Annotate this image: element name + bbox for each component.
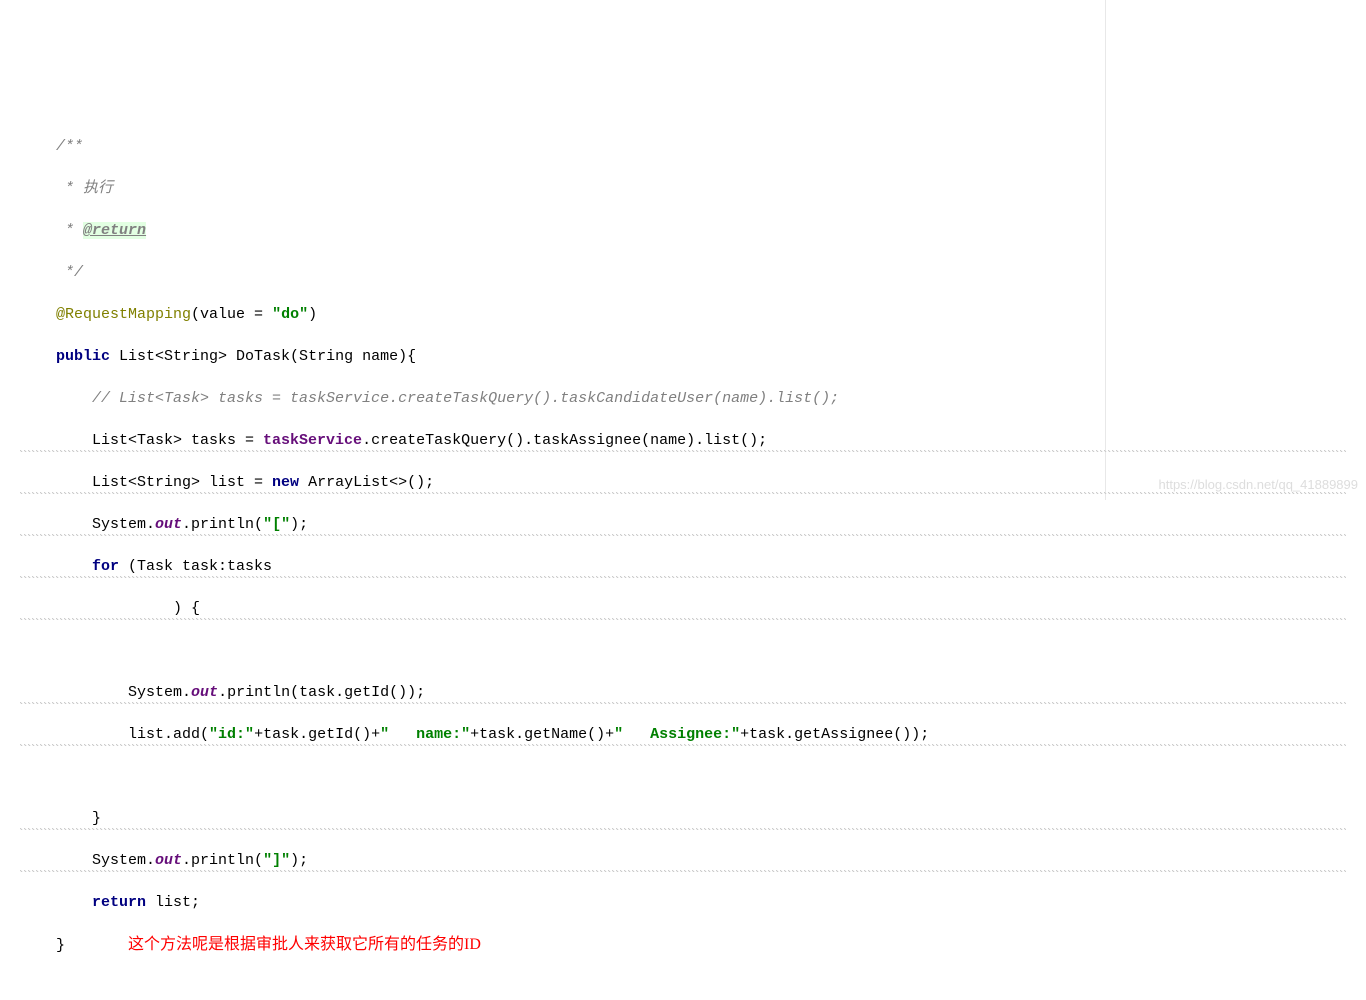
chinese-annotation: 这个方法呢是根据审批人来获取它所有的任务的ID bbox=[128, 936, 481, 953]
semi: ); bbox=[290, 852, 308, 869]
code-line: System.out.println("["); bbox=[20, 514, 1346, 535]
code-line: System.out.println(task.getId()); bbox=[20, 682, 1346, 703]
code-line: @RequestMapping(value = "do") bbox=[20, 304, 1346, 325]
javadoc-return-tag: @return bbox=[83, 222, 146, 239]
keyword-public: public bbox=[56, 348, 110, 365]
code-line: for (Task task:tasks bbox=[20, 556, 1346, 577]
for-body-open: ) { bbox=[128, 600, 200, 617]
code-line: return list; bbox=[20, 892, 1346, 913]
var-decl: List<Task> tasks = bbox=[92, 432, 263, 449]
code-line: public List<String> DoTask(String name){ bbox=[20, 346, 1346, 367]
code-line: /** bbox=[20, 136, 1346, 157]
code-line bbox=[20, 766, 1346, 787]
paren-close: ) bbox=[308, 306, 317, 323]
keyword-new: new bbox=[272, 474, 299, 491]
brace-close: } bbox=[92, 810, 101, 827]
out-field: out bbox=[155, 852, 182, 869]
javadoc-start: /** bbox=[56, 138, 83, 155]
out-field: out bbox=[155, 516, 182, 533]
code-line: * 执行 bbox=[20, 178, 1346, 199]
code-line: System.out.println("]"); bbox=[20, 850, 1346, 871]
system: System. bbox=[92, 852, 155, 869]
code-line: // List<Task> tasks = taskService.create… bbox=[20, 388, 1346, 409]
string-bracket: "[" bbox=[263, 516, 290, 533]
code-line: } bbox=[20, 808, 1346, 829]
javadoc-end: */ bbox=[56, 264, 83, 281]
system: System. bbox=[92, 516, 155, 533]
annotation-requestmapping: @RequestMapping bbox=[56, 306, 191, 323]
watermark: https://blog.csdn.net/qq_41889899 bbox=[1159, 476, 1359, 494]
code-line: * @return bbox=[20, 220, 1346, 241]
system: System. bbox=[128, 684, 191, 701]
method-brace-close: } bbox=[56, 937, 65, 954]
println-getid: .println(task.getId()); bbox=[218, 684, 425, 701]
var-decl: List<String> list = bbox=[92, 474, 272, 491]
string-assignee: " Assignee:" bbox=[614, 726, 740, 743]
string-do: "do" bbox=[272, 306, 308, 323]
arraylist: ArrayList<>(); bbox=[299, 474, 434, 491]
method-sig: List<String> DoTask(String name){ bbox=[110, 348, 416, 365]
for-head: (Task task:tasks bbox=[119, 558, 272, 575]
string-name: " name:" bbox=[380, 726, 470, 743]
keyword-return: return bbox=[92, 894, 146, 911]
method-chain: .createTaskQuery().taskAssignee(name).li… bbox=[362, 432, 767, 449]
code-line: */ bbox=[20, 262, 1346, 283]
concat-end: +task.getAssignee()); bbox=[740, 726, 929, 743]
code-line: List<Task> tasks = taskService.createTas… bbox=[20, 430, 1346, 451]
semi: ); bbox=[290, 516, 308, 533]
comment-commented-code: // List<Task> tasks = taskService.create… bbox=[92, 390, 839, 407]
println: .println( bbox=[182, 516, 263, 533]
code-line: list.add("id:"+task.getId()+" name:"+tas… bbox=[20, 724, 1346, 745]
concat: +task.getId()+ bbox=[254, 726, 380, 743]
code-line: ) { bbox=[20, 598, 1346, 619]
code-line: List<String> list = new ArrayList<>(); bbox=[20, 472, 1346, 493]
field-taskservice: taskService bbox=[263, 432, 362, 449]
code-line bbox=[20, 640, 1346, 661]
keyword-for: for bbox=[92, 558, 119, 575]
string-id: "id:" bbox=[209, 726, 254, 743]
list-add: list.add( bbox=[128, 726, 209, 743]
out-field: out bbox=[191, 684, 218, 701]
println: .println( bbox=[182, 852, 263, 869]
code-line: } 这个方法呢是根据审批人来获取它所有的任务的ID bbox=[20, 934, 1346, 956]
return-val: list; bbox=[146, 894, 200, 911]
string-bracket-close: "]" bbox=[263, 852, 290, 869]
javadoc-desc: * 执行 bbox=[56, 180, 113, 197]
paren: (value = bbox=[191, 306, 272, 323]
concat: +task.getName()+ bbox=[470, 726, 614, 743]
javadoc-prefix: * bbox=[56, 222, 83, 239]
